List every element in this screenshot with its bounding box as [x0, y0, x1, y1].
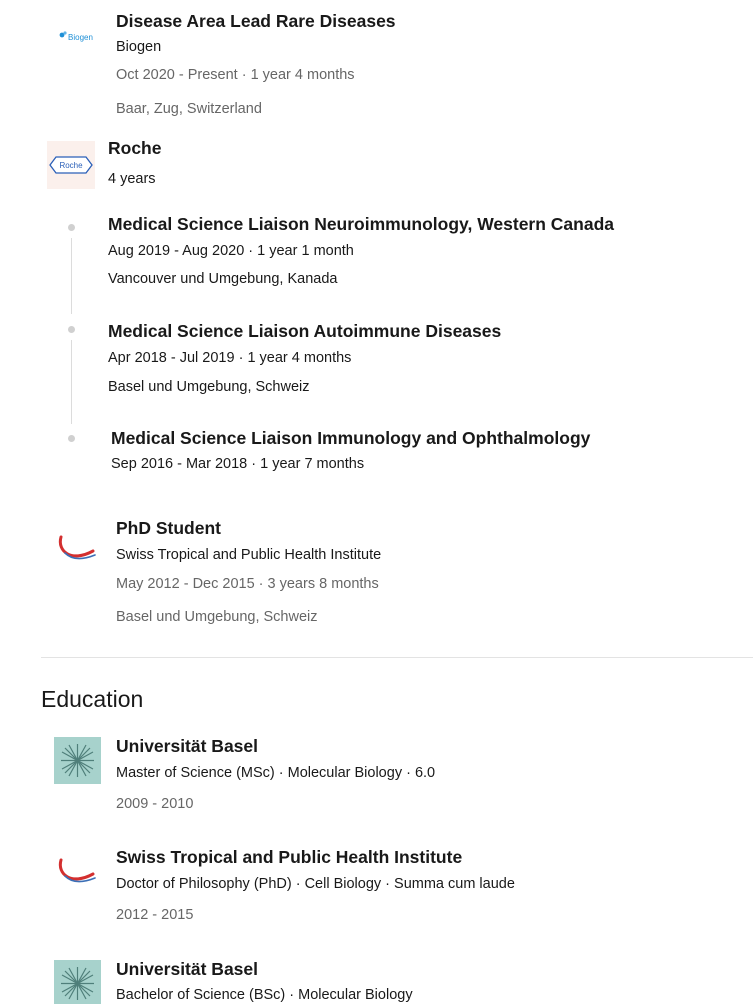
roche-role-title[interactable]: Medical Science Liaison Neuroimmunology,… — [108, 214, 614, 235]
universitat-basel-crest-icon — [61, 967, 94, 1000]
roche-logo[interactable]: Roche — [47, 141, 95, 189]
swiss-tph-logo[interactable] — [55, 848, 99, 892]
roche-role-dates: Apr 2018 - Jul 2019 · 1 year 4 months — [108, 350, 352, 366]
roche-role-dates: Aug 2019 - Aug 2020 · 1 year 1 month — [108, 243, 354, 259]
phd-dates: May 2012 - Dec 2015 · 3 years 8 months — [116, 576, 379, 592]
biogen-logo[interactable]: Biogen — [58, 27, 100, 47]
phd-position-title[interactable]: PhD Student — [116, 518, 221, 539]
universitat-basel-logo[interactable] — [54, 737, 101, 784]
universitat-basel-crest-icon — [61, 744, 94, 777]
biogen-position-title[interactable]: Disease Area Lead Rare Diseases — [116, 11, 396, 32]
biogen-location: Baar, Zug, Switzerland — [116, 101, 262, 117]
swiss-tph-swoosh-icon — [58, 535, 96, 560]
education-school-name[interactable]: Universität Basel — [116, 959, 258, 980]
biogen-dates: Oct 2020 - Present · 1 year 4 months — [116, 67, 355, 83]
svg-text:Roche: Roche — [59, 161, 83, 170]
timeline-connector — [71, 340, 72, 424]
timeline-dot — [68, 224, 75, 231]
roche-role-location: Vancouver und Umgebung, Kanada — [108, 271, 338, 287]
phd-location: Basel und Umgebung, Schweiz — [116, 609, 318, 625]
roche-total-duration: 4 years — [108, 171, 156, 187]
education-degree: Bachelor of Science (BSc) · Molecular Bi… — [116, 987, 413, 1003]
education-school-name[interactable]: Universität Basel — [116, 736, 258, 757]
section-divider — [41, 657, 753, 658]
universitat-basel-logo[interactable] — [54, 960, 101, 1004]
roche-company-name[interactable]: Roche — [108, 138, 161, 159]
education-years: 2009 - 2010 — [116, 796, 194, 812]
swiss-tph-swoosh-icon — [58, 858, 96, 883]
roche-role-dates: Sep 2016 - Mar 2018 · 1 year 7 months — [111, 456, 365, 472]
roche-role-location: Basel und Umgebung, Schweiz — [108, 379, 310, 395]
biogen-logo-icon: Biogen — [59, 31, 93, 42]
education-degree: Master of Science (MSc) · Molecular Biol… — [116, 765, 436, 781]
roche-role-title[interactable]: Medical Science Liaison Autoimmune Disea… — [108, 321, 501, 342]
timeline-dot — [68, 326, 75, 333]
education-degree: Doctor of Philosophy (PhD) · Cell Biolog… — [116, 876, 515, 892]
biogen-company-name: Biogen — [116, 39, 162, 55]
swiss-tph-logo[interactable] — [55, 525, 99, 569]
roche-role-title[interactable]: Medical Science Liaison Immunology and O… — [111, 428, 590, 449]
education-heading: Education — [41, 686, 144, 712]
education-school-name[interactable]: Swiss Tropical and Public Health Institu… — [116, 847, 462, 868]
timeline-dot — [68, 435, 75, 442]
phd-company-name: Swiss Tropical and Public Health Institu… — [116, 547, 382, 563]
timeline-connector — [71, 238, 72, 314]
roche-hexagon-icon: Roche — [49, 156, 93, 174]
svg-text:Biogen: Biogen — [68, 33, 93, 42]
education-years: 2012 - 2015 — [116, 907, 194, 923]
